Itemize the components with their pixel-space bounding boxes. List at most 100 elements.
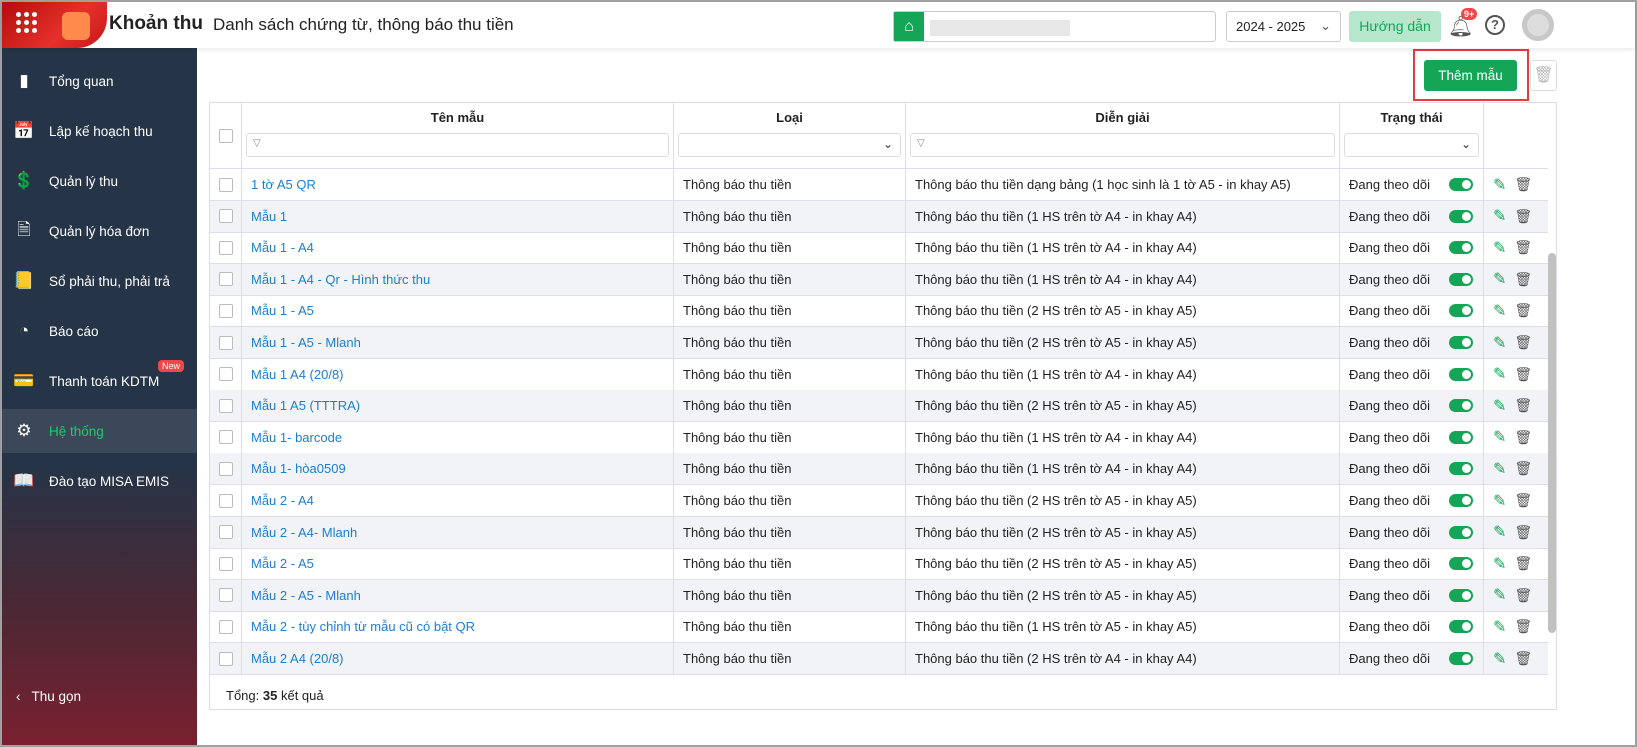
edit-icon[interactable]: ✎ xyxy=(1493,617,1506,637)
status-toggle[interactable] xyxy=(1449,209,1473,223)
row-checkbox[interactable] xyxy=(218,240,233,255)
table-row[interactable]: Mẫu 1- barcode Thông báo thu tiền Thông … xyxy=(210,421,1548,454)
table-row[interactable]: Mẫu 2 - tùy chỉnh từ mẫu cũ có bật QR Th… xyxy=(210,611,1548,644)
template-name-link[interactable]: Mẫu 1- hòa0509 xyxy=(251,461,346,476)
row-checkbox[interactable] xyxy=(218,619,233,634)
app-logo[interactable] xyxy=(2,2,107,48)
trash-icon[interactable]: 🗑︎ xyxy=(1514,650,1532,667)
edit-icon[interactable]: ✎ xyxy=(1493,238,1506,258)
status-toggle[interactable] xyxy=(1449,430,1473,444)
school-selector[interactable]: ⌂ xyxy=(893,11,1216,42)
avatar[interactable] xyxy=(1522,9,1554,41)
row-checkbox[interactable] xyxy=(218,651,233,666)
trash-icon[interactable]: 🗑︎ xyxy=(1514,176,1532,193)
trash-icon[interactable]: 🗑︎ xyxy=(1514,397,1532,414)
row-checkbox[interactable] xyxy=(218,303,233,318)
edit-icon[interactable]: ✎ xyxy=(1493,396,1506,416)
trash-icon[interactable]: 🗑︎ xyxy=(1514,366,1532,383)
row-checkbox[interactable] xyxy=(218,367,233,382)
collapse-sidebar-button[interactable]: ‹ Thu gọn xyxy=(16,689,81,704)
table-row[interactable]: Mẫu 1 Thông báo thu tiền Thông báo thu t… xyxy=(210,200,1548,233)
row-checkbox[interactable] xyxy=(218,588,233,603)
select-all-checkbox[interactable] xyxy=(218,128,233,143)
edit-icon[interactable]: ✎ xyxy=(1493,206,1506,226)
column-header-type[interactable]: Loại xyxy=(678,109,901,133)
column-header-status[interactable]: Trạng thái xyxy=(1344,109,1479,133)
trash-icon[interactable]: 🗑︎ xyxy=(1514,460,1532,477)
status-toggle[interactable] xyxy=(1449,178,1473,191)
row-checkbox[interactable] xyxy=(218,272,233,287)
table-row[interactable]: Mẫu 2 - A5 Thông báo thu tiền Thông báo … xyxy=(210,548,1548,581)
row-checkbox[interactable] xyxy=(218,209,233,224)
edit-icon[interactable]: ✎ xyxy=(1493,649,1506,669)
trash-icon[interactable]: 🗑︎ xyxy=(1514,302,1532,319)
column-header-description[interactable]: Diễn giải xyxy=(910,109,1335,133)
table-row[interactable]: 1 tờ A5 QR Thông báo thu tiền Thông báo … xyxy=(210,169,1548,201)
app-menu-icon[interactable] xyxy=(16,12,37,33)
edit-icon[interactable]: ✎ xyxy=(1493,491,1506,511)
table-row[interactable]: Mẫu 1 - A5 Thông báo thu tiền Thông báo … xyxy=(210,295,1548,328)
sidebar-item-6[interactable]: ◔ Báo cáo xyxy=(2,309,197,353)
status-toggle[interactable] xyxy=(1449,241,1473,255)
row-checkbox[interactable] xyxy=(218,335,233,350)
delete-selected-button[interactable]: 🗑︎ xyxy=(1530,60,1557,91)
table-row[interactable]: Mẫu 1 - A4 - Qr - Hình thức thu Thông bá… xyxy=(210,263,1548,296)
type-filter-select[interactable]: ⌄ xyxy=(678,133,901,157)
help-icon[interactable]: ? xyxy=(1485,15,1505,35)
add-template-button[interactable]: Thêm mẫu xyxy=(1424,60,1517,91)
template-name-link[interactable]: Mẫu 2 - A4 xyxy=(251,493,314,508)
trash-icon[interactable]: 🗑︎ xyxy=(1514,208,1532,225)
status-toggle[interactable] xyxy=(1449,336,1473,349)
row-checkbox[interactable] xyxy=(218,177,233,192)
table-row[interactable]: Mẫu 1 A5 (TTTRA) Thông báo thu tiền Thôn… xyxy=(210,390,1548,423)
template-name-link[interactable]: Mẫu 2 - A5 - Mlanh xyxy=(251,588,361,603)
row-checkbox[interactable] xyxy=(218,556,233,571)
row-checkbox[interactable] xyxy=(218,398,233,413)
status-toggle[interactable] xyxy=(1449,620,1473,634)
sidebar-item-8[interactable]: ⚙ Hệ thống xyxy=(2,409,197,453)
trash-icon[interactable]: 🗑︎ xyxy=(1514,618,1532,635)
template-name-link[interactable]: 1 tờ A5 QR xyxy=(251,177,316,192)
edit-icon[interactable]: ✎ xyxy=(1493,175,1506,195)
school-year-select[interactable]: 2024 - 2025 ⌄ xyxy=(1226,11,1341,42)
trash-icon[interactable]: 🗑︎ xyxy=(1514,271,1532,288)
sidebar-item-9[interactable]: 📖 Đào tạo MISA EMIS xyxy=(2,459,197,503)
sidebar-item-3[interactable]: 💲 Quản lý thu xyxy=(2,159,197,203)
description-filter-input[interactable]: ▽ xyxy=(910,133,1335,157)
edit-icon[interactable]: ✎ xyxy=(1493,364,1506,384)
guide-button[interactable]: Hướng dẫn xyxy=(1349,11,1441,42)
table-row[interactable]: Mẫu 2 - A4- Mlanh Thông báo thu tiền Thô… xyxy=(210,516,1548,549)
status-toggle[interactable] xyxy=(1449,272,1473,286)
edit-icon[interactable]: ✎ xyxy=(1493,333,1506,353)
row-checkbox[interactable] xyxy=(218,430,233,445)
status-toggle[interactable] xyxy=(1449,525,1473,539)
sidebar-item-4[interactable]: 🗎 Quản lý hóa đơn xyxy=(2,209,197,253)
template-name-link[interactable]: Mẫu 2 - A5 xyxy=(251,556,314,571)
row-checkbox[interactable] xyxy=(218,461,233,476)
table-row[interactable]: Mẫu 1- hòa0509 Thông báo thu tiền Thông … xyxy=(210,453,1548,486)
edit-icon[interactable]: ✎ xyxy=(1493,301,1506,321)
table-row[interactable]: Mẫu 2 - A4 Thông báo thu tiền Thông báo … xyxy=(210,485,1548,517)
status-toggle[interactable] xyxy=(1449,494,1473,507)
template-name-link[interactable]: Mẫu 1 xyxy=(251,209,287,224)
table-row[interactable]: Mẫu 1 - A5 - Mlanh Thông báo thu tiền Th… xyxy=(210,327,1548,359)
trash-icon[interactable]: 🗑︎ xyxy=(1514,429,1532,446)
status-toggle[interactable] xyxy=(1449,652,1473,665)
status-toggle[interactable] xyxy=(1449,399,1473,413)
edit-icon[interactable]: ✎ xyxy=(1493,585,1506,605)
sidebar-item-5[interactable]: 📒 Sổ phải thu, phải trả xyxy=(2,259,197,303)
template-name-link[interactable]: Mẫu 2 A4 (20/8) xyxy=(251,651,344,666)
status-filter-select[interactable]: ⌄ xyxy=(1344,133,1479,157)
table-scrollbar[interactable] xyxy=(1548,253,1556,633)
template-name-link[interactable]: Mẫu 1 - A4 - Qr - Hình thức thu xyxy=(251,272,430,287)
trash-icon[interactable]: 🗑︎ xyxy=(1514,587,1532,604)
edit-icon[interactable]: ✎ xyxy=(1493,459,1506,479)
status-toggle[interactable] xyxy=(1449,367,1473,381)
table-row[interactable]: Mẫu 1 A4 (20/8) Thông báo thu tiền Thông… xyxy=(210,358,1548,391)
template-name-link[interactable]: Mẫu 1- barcode xyxy=(251,430,342,445)
trash-icon[interactable]: 🗑︎ xyxy=(1514,492,1532,509)
status-toggle[interactable] xyxy=(1449,462,1473,476)
trash-icon[interactable]: 🗑︎ xyxy=(1514,334,1532,351)
trash-icon[interactable]: 🗑︎ xyxy=(1514,555,1532,572)
template-name-link[interactable]: Mẫu 1 A4 (20/8) xyxy=(251,367,344,382)
